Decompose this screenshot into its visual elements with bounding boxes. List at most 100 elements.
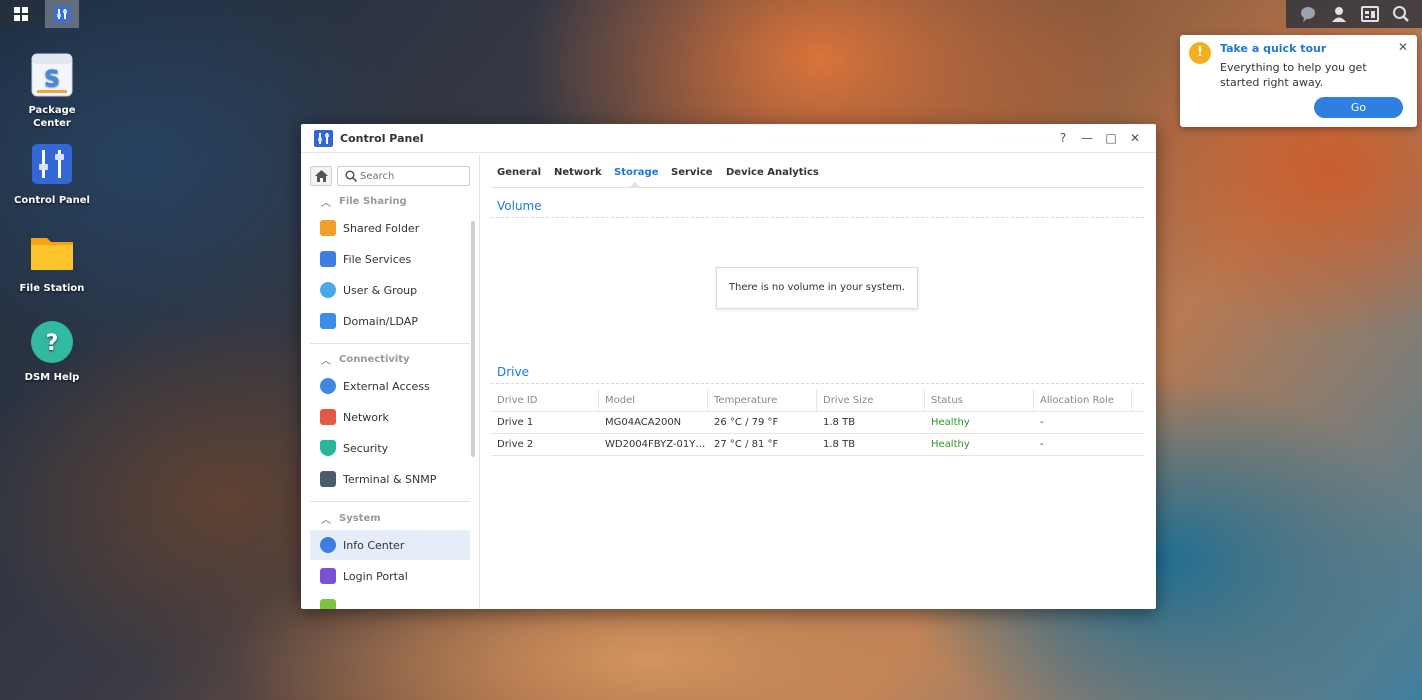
sidebar-item-label: Network: [343, 410, 389, 424]
tab-bar: General Network Storage Service Device A…: [491, 154, 1144, 188]
table-cell: 1.8 TB: [823, 439, 856, 450]
table-cell: 1.8 TB: [823, 417, 856, 428]
column-header[interactable]: Model: [605, 395, 635, 406]
sidebar-item-partial[interactable]: [310, 592, 470, 609]
help-icon: ?: [29, 319, 75, 365]
desktop-icon-label: Center: [33, 118, 71, 129]
sidebar-divider: [310, 501, 470, 502]
main-menu-button[interactable]: [0, 0, 42, 28]
section-connectivity[interactable]: ︿ Connectivity: [321, 352, 410, 367]
desktop-icon-file-station[interactable]: File Station: [7, 230, 97, 295]
table-cell: Drive 1: [497, 417, 534, 428]
column-header[interactable]: Drive ID: [497, 395, 538, 406]
column-header[interactable]: Allocation Role: [1040, 395, 1114, 406]
column-header[interactable]: Temperature: [714, 395, 777, 406]
tab-service[interactable]: Service: [671, 167, 713, 178]
tab-general[interactable]: General: [497, 167, 541, 178]
external-access-icon: [320, 378, 336, 394]
section-label: Connectivity: [339, 354, 410, 365]
help-button[interactable]: ?: [1056, 131, 1070, 145]
chevron-up-icon: ︿: [321, 515, 331, 526]
sidebar-item-external-access[interactable]: External Access: [310, 371, 470, 401]
control-panel-icon: [54, 6, 70, 22]
active-tab-indicator: [629, 182, 641, 188]
network-icon: [320, 409, 336, 425]
desktop-icon-dsm-help[interactable]: ? DSM Help: [7, 319, 97, 384]
column-separator[interactable]: [598, 390, 599, 411]
sidebar-item-domain-ldap[interactable]: Domain/LDAP: [310, 306, 470, 336]
column-separator[interactable]: [707, 390, 708, 411]
search-input[interactable]: [360, 168, 465, 184]
status-cell: Healthy: [931, 439, 970, 450]
user-icon[interactable]: [1329, 4, 1349, 24]
table-cell: -: [1040, 417, 1044, 428]
widgets-icon[interactable]: [1360, 4, 1380, 24]
maximize-button[interactable]: □: [1104, 131, 1118, 145]
lightbulb-icon: !: [1189, 42, 1211, 64]
desktop-icon-package-center[interactable]: S Package Center: [7, 52, 97, 130]
sidebar-item-label: Domain/LDAP: [343, 314, 418, 328]
sidebar-item-file-services[interactable]: File Services: [310, 244, 470, 274]
sidebar-item-info-center[interactable]: Info Center: [310, 530, 470, 560]
search-icon: [345, 170, 357, 182]
shield-icon: [320, 440, 336, 456]
tour-text: Everything to help you get started right…: [1220, 61, 1367, 89]
main-panel: General Network Storage Service Device A…: [491, 154, 1144, 609]
search-box: [337, 166, 470, 186]
chat-icon[interactable]: [1298, 4, 1318, 24]
table-cell: WD2004FBYZ-01Y…: [605, 439, 705, 450]
desktop-icon-label: Control Panel: [14, 195, 90, 206]
home-button[interactable]: [310, 166, 332, 186]
folder-icon: [29, 230, 75, 276]
sidebar-item-label: External Access: [343, 379, 430, 393]
volume-section-title: Volume: [497, 199, 542, 213]
desktop-icon-label: File Station: [19, 283, 85, 294]
table-row[interactable]: Drive 2 WD2004FBYZ-01Y… 27 °C / 81 °F 1.…: [491, 434, 1144, 456]
section-system[interactable]: ︿ System: [321, 511, 381, 526]
svg-text:?: ?: [46, 331, 59, 356]
section-file-sharing[interactable]: ︿ File Sharing: [321, 194, 407, 209]
minimize-button[interactable]: —: [1080, 131, 1094, 145]
sidebar-scrollbar[interactable]: [471, 221, 475, 457]
taskbar-left: [0, 0, 79, 28]
tab-network[interactable]: Network: [554, 167, 602, 178]
svg-text:S: S: [44, 67, 60, 92]
sidebar-item-user-group[interactable]: User & Group: [310, 275, 470, 305]
home-icon: [314, 170, 328, 182]
tab-storage[interactable]: Storage: [614, 167, 658, 178]
column-separator[interactable]: [816, 390, 817, 411]
domain-ldap-icon: [320, 313, 336, 329]
sidebar-item-security[interactable]: Security: [310, 433, 470, 463]
column-header[interactable]: Drive Size: [823, 395, 873, 406]
sidebar-item-login-portal[interactable]: Login Portal: [310, 561, 470, 591]
table-cell: Drive 2: [497, 439, 534, 450]
close-button[interactable]: ✕: [1128, 131, 1142, 145]
column-header[interactable]: Status: [931, 395, 963, 406]
chevron-up-icon: ︿: [321, 356, 331, 367]
tab-device-analytics[interactable]: Device Analytics: [726, 167, 819, 178]
terminal-icon: [320, 471, 336, 487]
taskbar-control-panel-button[interactable]: [45, 0, 79, 28]
sidebar-item-label: User & Group: [343, 283, 418, 297]
column-separator[interactable]: [1033, 390, 1034, 411]
column-separator[interactable]: [1131, 390, 1132, 411]
search-icon[interactable]: [1391, 4, 1411, 24]
table-row[interactable]: Drive 1 MG04ACA200N 26 °C / 79 °F 1.8 TB…: [491, 412, 1144, 434]
sidebar-item-network[interactable]: Network: [310, 402, 470, 432]
control-panel-icon: [314, 130, 333, 147]
desktop-icon-control-panel[interactable]: Control Panel: [7, 142, 97, 207]
close-icon[interactable]: ✕: [1398, 40, 1408, 54]
sidebar-item-shared-folder[interactable]: Shared Folder: [310, 213, 470, 243]
section-divider: [491, 383, 1144, 384]
column-separator[interactable]: [924, 390, 925, 411]
quick-tour-popup: ! Take a quick tour Everything to help y…: [1180, 35, 1417, 127]
tour-title: Take a quick tour: [1220, 42, 1327, 55]
status-cell: Healthy: [931, 417, 970, 428]
sidebar-divider: [310, 343, 470, 344]
shared-folder-icon: [320, 220, 336, 236]
sidebar-item-label: Security: [343, 441, 389, 455]
go-button[interactable]: Go: [1314, 97, 1403, 118]
regional-options-icon: [320, 599, 336, 609]
window-titlebar[interactable]: Control Panel ? — □ ✕: [301, 124, 1156, 153]
sidebar-item-terminal-snmp[interactable]: Terminal & SNMP: [310, 464, 470, 494]
